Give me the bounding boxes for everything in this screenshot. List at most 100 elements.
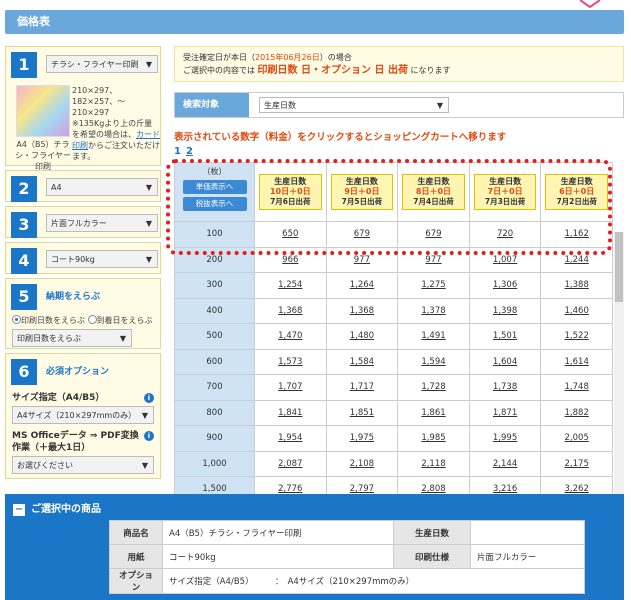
price-link[interactable]: 1,841 (254, 399, 327, 426)
price-link[interactable]: 2,005 (540, 425, 613, 452)
info-icon[interactable]: i (144, 393, 154, 403)
price-link[interactable]: 2,087 (254, 450, 327, 477)
price-link[interactable]: 1,460 (540, 297, 613, 324)
production-days-d1: 生産日数 (489, 177, 522, 186)
quantity-cell: 900 (174, 425, 255, 452)
price-row: 200 966 977 977 1,007 1,244 (174, 246, 613, 273)
price-link[interactable]: 1,368 (325, 297, 399, 324)
product-select[interactable]: チラシ・フライヤー印刷 ▼ (46, 55, 158, 73)
price-link[interactable]: 1,748 (540, 374, 613, 401)
production-days-d2: 10日＋0日 (269, 187, 311, 196)
price-link[interactable]: 1,975 (325, 425, 399, 452)
price-link[interactable]: 1,995 (468, 425, 542, 452)
step-number: 6 (11, 359, 37, 385)
ms-office-select[interactable]: お選びください ▼ (12, 456, 154, 474)
production-days-header: 生産日数 9日＋0日 7月5日出荷 (325, 162, 399, 222)
price-link[interactable]: 1,573 (254, 348, 327, 375)
price-link[interactable]: 2,118 (397, 450, 470, 477)
price-link[interactable]: 977 (325, 246, 399, 273)
price-link[interactable]: 1,378 (397, 297, 470, 324)
page-title: 価格表 (17, 15, 50, 28)
quantity-cell: 400 (174, 297, 255, 324)
price-link[interactable]: 1,707 (254, 374, 327, 401)
color-select[interactable]: 片面フルカラー ▼ (46, 214, 158, 232)
price-link[interactable]: 966 (254, 246, 327, 273)
price-link[interactable]: 1,717 (325, 374, 399, 401)
summary-key: 用紙 (109, 544, 163, 569)
step-number: 4 (11, 248, 37, 274)
price-link[interactable]: 1,162 (540, 221, 613, 248)
production-days-header: 生産日数 10日＋0日 7月6日出荷 (254, 162, 327, 222)
radio-arrival-date[interactable] (87, 315, 97, 324)
quantity-cell: 800 (174, 399, 255, 426)
options-title: 必須オプション (46, 367, 110, 377)
price-link[interactable]: 1,254 (254, 272, 327, 299)
scrollbar-thumb[interactable] (615, 232, 623, 302)
price-link[interactable]: 2,144 (468, 450, 542, 477)
price-link[interactable]: 1,954 (254, 425, 327, 452)
price-link[interactable]: 1,480 (325, 323, 399, 350)
price-link[interactable]: 1,522 (540, 323, 613, 350)
production-days-box: 生産日数 10日＋0日 7月6日出荷 (259, 174, 322, 210)
production-days-header: 生産日数 8日＋0日 7月4日出荷 (397, 162, 470, 222)
price-link[interactable]: 1,470 (254, 323, 327, 350)
dropdown-arrow-icon: ▼ (141, 461, 148, 470)
size-option-select[interactable]: A4サイズ（210×297mmのみ） ▼ (12, 406, 154, 424)
size-select[interactable]: A4 ▼ (46, 178, 158, 196)
search-target-select[interactable]: 生産日数 ▼ (259, 97, 449, 113)
unit-price-button[interactable]: 単価表示へ (182, 180, 247, 194)
production-days-d1: 生産日数 (345, 177, 378, 186)
production-days-box: 生産日数 6日＋0日 7月2日出荷 (545, 174, 608, 210)
price-link[interactable]: 1,244 (540, 246, 613, 273)
price-link[interactable]: 679 (397, 221, 470, 248)
price-link[interactable]: 1,007 (468, 246, 542, 273)
tax-excluded-button[interactable]: 税抜表示へ (182, 197, 247, 211)
price-link[interactable]: 2,175 (540, 450, 613, 477)
collapse-icon[interactable]: − (13, 504, 25, 516)
price-link[interactable]: 1,584 (325, 348, 399, 375)
delivery-notice: 受注確定日が本日（2015年06月26日）の場合 ご選択中の内容では 印刷日数 … (174, 46, 624, 82)
price-link[interactable]: 1,388 (540, 272, 613, 299)
price-link[interactable]: 1,398 (468, 297, 542, 324)
price-row: 100 650 679 679 720 1,162 (174, 221, 613, 248)
price-link[interactable]: 1,604 (468, 348, 542, 375)
price-link[interactable]: 977 (397, 246, 470, 273)
price-link[interactable]: 720 (468, 221, 542, 248)
dropdown-arrow-icon: ▼ (436, 101, 443, 110)
price-link[interactable]: 2,108 (325, 450, 399, 477)
price-row: 500 1,470 1,480 1,491 1,501 1,522 (174, 323, 613, 350)
production-days-header: 生産日数 7日＋0日 7月3日出荷 (468, 162, 542, 222)
radio-print-days[interactable] (12, 315, 21, 324)
summary-value: サイズ指定（A4/B5） ： A4サイズ（210×297mmのみ） (162, 568, 585, 594)
price-link[interactable]: 1,851 (325, 399, 399, 426)
price-row: 400 1,368 1,368 1,378 1,398 1,460 (174, 297, 613, 324)
search-target-label: 検索対象 (175, 93, 249, 117)
price-link[interactable]: 679 (325, 221, 399, 248)
price-link[interactable]: 1,985 (397, 425, 470, 452)
options-sidebar: 1 チラシ・フライヤー印刷 ▼ 210×297、182×257、～210×297 … (5, 46, 161, 483)
price-link[interactable]: 1,871 (468, 399, 542, 426)
price-link[interactable]: 1,264 (325, 272, 399, 299)
price-link[interactable]: 650 (254, 221, 327, 248)
price-link[interactable]: 1,594 (397, 348, 470, 375)
delivery-select[interactable]: 印刷日数をえらぶ ▼ (12, 329, 132, 347)
quantity-cell: 600 (174, 348, 255, 375)
price-link[interactable]: 1,275 (397, 272, 470, 299)
price-link[interactable]: 1,738 (468, 374, 542, 401)
price-link[interactable]: 1,306 (468, 272, 542, 299)
price-link[interactable]: 1,861 (397, 399, 470, 426)
price-link[interactable]: 1,882 (540, 399, 613, 426)
price-link[interactable]: 1,614 (540, 348, 613, 375)
price-row: 1,000 2,087 2,108 2,118 2,144 2,175 (174, 450, 613, 477)
price-link[interactable]: 1,491 (397, 323, 470, 350)
summary-value: 片面フルカラー (470, 544, 585, 569)
paper-select[interactable]: コート90kg ▼ (46, 250, 158, 268)
page-link-2[interactable]: 2 (186, 146, 193, 157)
selected-panel-title[interactable]: − ご選択中の商品 (13, 500, 101, 516)
price-link[interactable]: 1,368 (254, 297, 327, 324)
info-icon[interactable]: i (144, 431, 154, 441)
price-table: （枚） 単価表示へ 税抜表示へ 生産日数 10日＋0日 7月6日出荷 生産日数 9日＋0… (174, 162, 613, 503)
price-link[interactable]: 1,501 (468, 323, 542, 350)
price-link[interactable]: 1,728 (397, 374, 470, 401)
step-1-product: 1 チラシ・フライヤー印刷 ▼ 210×297、182×257、～210×297 … (5, 46, 161, 171)
